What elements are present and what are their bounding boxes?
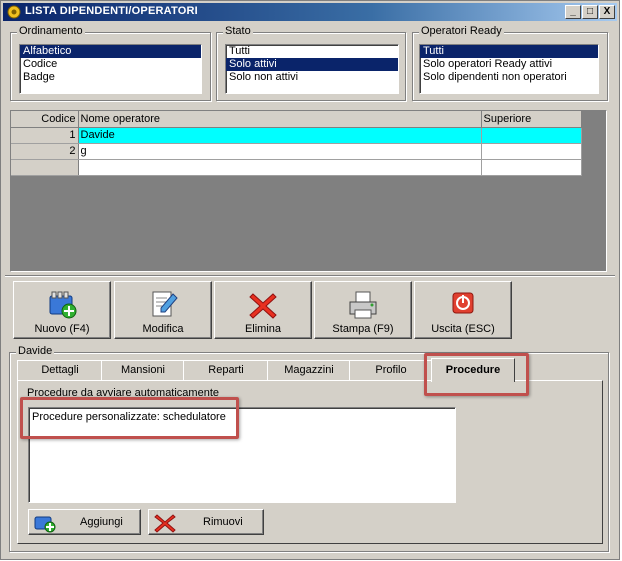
uscita-label: Uscita (ESC) bbox=[431, 323, 495, 335]
rimuovi-button[interactable]: Rimuovi bbox=[148, 509, 264, 535]
modifica-label: Modifica bbox=[142, 323, 184, 335]
tab-mansioni[interactable]: Mansioni bbox=[101, 360, 185, 380]
title-bar: LISTA DIPENDENTI/OPERATORI _ □ X bbox=[3, 3, 617, 21]
stato-list[interactable]: Tutti Solo attivi Solo non attivi bbox=[225, 44, 399, 94]
modifica-button[interactable]: Modifica bbox=[114, 281, 212, 339]
list-item[interactable]: Solo non attivi bbox=[226, 71, 398, 84]
row-codice[interactable]: 1 bbox=[11, 127, 79, 144]
row-superiore[interactable] bbox=[481, 127, 582, 144]
ordinamento-label: Ordinamento bbox=[17, 25, 85, 37]
printer-icon bbox=[349, 291, 377, 319]
stampa-button[interactable]: Stampa (F9) bbox=[314, 281, 412, 339]
list-item[interactable]: Tutti bbox=[420, 45, 598, 58]
highlight-procedure-tab bbox=[424, 353, 529, 396]
tab-magazzini[interactable]: Magazzini bbox=[267, 360, 351, 380]
delete-icon bbox=[249, 293, 277, 319]
edit-icon bbox=[152, 291, 178, 317]
highlight-procedure-item bbox=[20, 397, 239, 439]
maximize-button[interactable]: □ bbox=[582, 5, 598, 19]
list-item[interactable]: Codice bbox=[20, 58, 201, 71]
add-icon bbox=[34, 516, 56, 533]
app-window: LISTA DIPENDENTI/OPERATORI _ □ X Ordinam… bbox=[0, 0, 620, 560]
uscita-button[interactable]: Uscita (ESC) bbox=[414, 281, 512, 339]
tab-dettagli[interactable]: Dettagli bbox=[17, 360, 103, 380]
close-button[interactable]: X bbox=[599, 5, 615, 19]
list-item[interactable]: Solo dipendenti non operatori bbox=[420, 71, 598, 84]
table-row[interactable]: 2 g bbox=[11, 143, 582, 160]
window-title: LISTA DIPENDENTI/OPERATORI bbox=[25, 5, 198, 17]
new-record-icon bbox=[49, 291, 77, 319]
row-codice[interactable]: 2 bbox=[11, 143, 79, 160]
operatori-ready-group: Operatori Ready Tutti Solo operatori Rea… bbox=[412, 25, 608, 101]
ordinamento-list[interactable]: Alfabetico Codice Badge bbox=[19, 44, 202, 94]
aggiungi-button[interactable]: Aggiungi bbox=[28, 509, 141, 535]
table-row[interactable]: 1 Davide bbox=[11, 127, 582, 144]
col-header-nome[interactable]: Nome operatore bbox=[78, 111, 482, 128]
row-nome[interactable]: Davide bbox=[78, 127, 482, 144]
aggiungi-label: Aggiungi bbox=[80, 516, 123, 528]
separator bbox=[5, 275, 615, 277]
tab-profilo[interactable]: Profilo bbox=[349, 360, 433, 380]
col-header-codice[interactable]: Codice bbox=[11, 111, 79, 128]
table-row-empty[interactable] bbox=[11, 159, 582, 176]
list-item[interactable]: Badge bbox=[20, 71, 201, 84]
elimina-button[interactable]: Elimina bbox=[214, 281, 312, 339]
stato-label: Stato bbox=[223, 25, 253, 37]
list-item[interactable]: Alfabetico bbox=[20, 45, 201, 58]
list-item[interactable]: Tutti bbox=[226, 45, 398, 58]
detail-label: Davide bbox=[16, 345, 55, 357]
remove-icon bbox=[154, 514, 176, 533]
col-header-superiore[interactable]: Superiore bbox=[481, 111, 582, 128]
list-item[interactable]: Solo attivi bbox=[226, 58, 398, 71]
operatori-ready-list[interactable]: Tutti Solo operatori Ready attivi Solo d… bbox=[419, 44, 599, 94]
ordinamento-group: Ordinamento Alfabetico Codice Badge bbox=[10, 25, 211, 101]
operatori-ready-label: Operatori Ready bbox=[419, 25, 504, 37]
stampa-label: Stampa (F9) bbox=[332, 323, 394, 335]
list-item[interactable]: Solo operatori Ready attivi bbox=[420, 58, 598, 71]
nuovo-label: Nuovo (F4) bbox=[34, 323, 90, 335]
elimina-label: Elimina bbox=[244, 323, 282, 335]
row-nome[interactable]: g bbox=[78, 143, 482, 160]
app-icon bbox=[7, 5, 21, 19]
power-icon bbox=[452, 292, 474, 314]
row-superiore[interactable] bbox=[481, 143, 582, 160]
stato-group: Stato Tutti Solo attivi Solo non attivi bbox=[216, 25, 406, 101]
tab-reparti[interactable]: Reparti bbox=[183, 360, 269, 380]
minimize-button[interactable]: _ bbox=[565, 5, 581, 19]
rimuovi-label: Rimuovi bbox=[203, 516, 243, 528]
nuovo-button[interactable]: Nuovo (F4) bbox=[13, 281, 111, 339]
operators-grid[interactable]: Codice Nome operatore Superiore 1 Davide… bbox=[10, 110, 607, 272]
